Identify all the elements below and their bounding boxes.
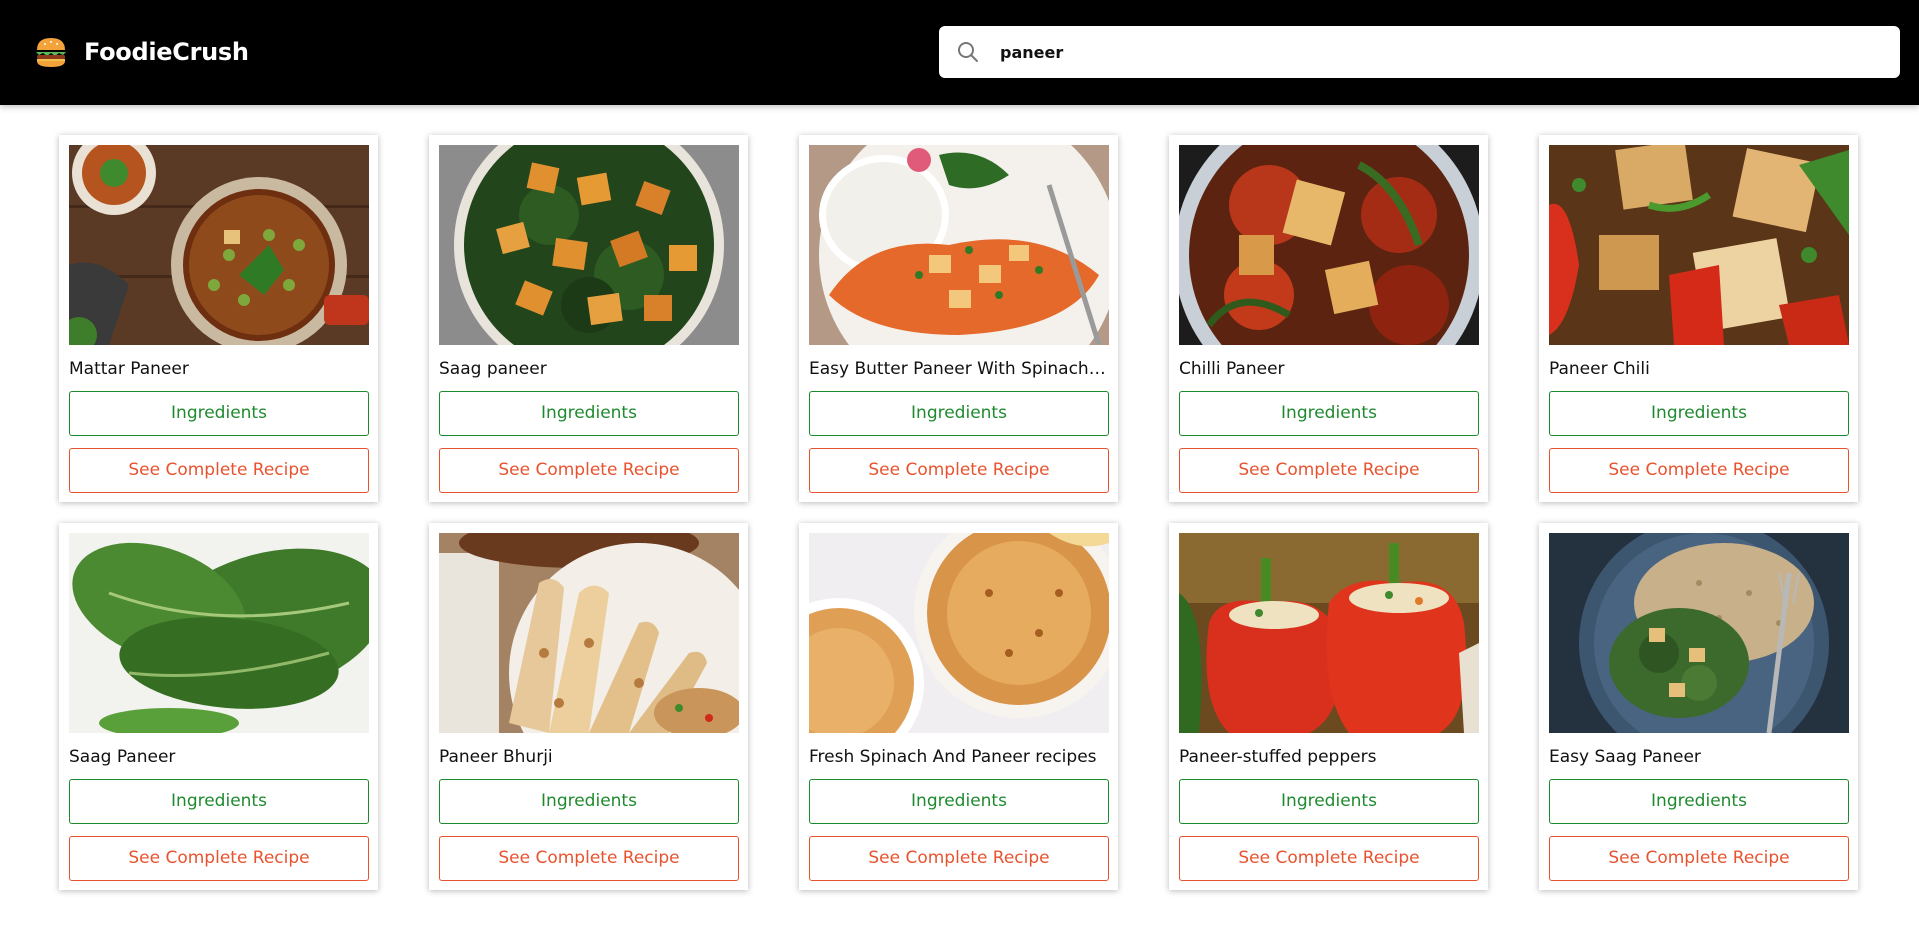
recipe-title: Easy Butter Paneer With Spinach R... [809, 359, 1109, 379]
ingredients-button[interactable]: Ingredients [1549, 391, 1849, 436]
recipe-image[interactable] [1549, 145, 1849, 345]
ingredients-button[interactable]: Ingredients [439, 779, 739, 824]
recipe-title: Paneer Chili [1549, 359, 1650, 379]
recipe-title: Fresh Spinach And Paneer recipes [809, 747, 1097, 767]
recipe-card: Chilli Paneer Ingredients See Complete R… [1169, 135, 1488, 502]
recipe-title: Paneer Bhurji [439, 747, 553, 767]
recipe-card: Paneer-stuffed peppers Ingredients See C… [1169, 523, 1488, 890]
ingredients-button[interactable]: Ingredients [439, 391, 739, 436]
recipe-grid: Mattar Paneer Ingredients See Complete R… [59, 135, 1858, 890]
see-complete-recipe-button[interactable]: See Complete Recipe [809, 448, 1109, 493]
recipe-image[interactable] [809, 533, 1109, 733]
search-box[interactable] [939, 26, 1900, 78]
top-bar: FoodieCrush [0, 0, 1919, 105]
recipe-card: Paneer Chili Ingredients See Complete Re… [1539, 135, 1858, 502]
burger-icon [33, 34, 69, 70]
see-complete-recipe-button[interactable]: See Complete Recipe [69, 448, 369, 493]
recipe-title: Chilli Paneer [1179, 359, 1285, 379]
recipe-title: Saag paneer [439, 359, 547, 379]
recipe-card: Saag paneer Ingredients See Complete Rec… [429, 135, 748, 502]
recipe-card: Mattar Paneer Ingredients See Complete R… [59, 135, 378, 502]
recipe-image[interactable] [1179, 533, 1479, 733]
ingredients-button[interactable]: Ingredients [1179, 779, 1479, 824]
search-input[interactable] [998, 41, 1862, 63]
recipe-image[interactable] [1179, 145, 1479, 345]
see-complete-recipe-button[interactable]: See Complete Recipe [1549, 448, 1849, 493]
recipe-card: Easy Butter Paneer With Spinach R... Ing… [799, 135, 1118, 502]
recipe-title: Paneer-stuffed peppers [1179, 747, 1377, 767]
recipe-image[interactable] [439, 533, 739, 733]
see-complete-recipe-button[interactable]: See Complete Recipe [1179, 836, 1479, 881]
recipe-image[interactable] [1549, 533, 1849, 733]
recipe-title: Mattar Paneer [69, 359, 189, 379]
see-complete-recipe-button[interactable]: See Complete Recipe [809, 836, 1109, 881]
recipe-card: Paneer Bhurji Ingredients See Complete R… [429, 523, 748, 890]
recipe-title: Saag Paneer [69, 747, 176, 767]
recipe-image[interactable] [809, 145, 1109, 345]
recipe-image[interactable] [439, 145, 739, 345]
see-complete-recipe-button[interactable]: See Complete Recipe [1549, 836, 1849, 881]
ingredients-button[interactable]: Ingredients [809, 391, 1109, 436]
recipe-title: Easy Saag Paneer [1549, 747, 1701, 767]
ingredients-button[interactable]: Ingredients [69, 391, 369, 436]
ingredients-button[interactable]: Ingredients [69, 779, 369, 824]
ingredients-button[interactable]: Ingredients [809, 779, 1109, 824]
brand-name: FoodieCrush [84, 38, 249, 66]
recipe-card: Easy Saag Paneer Ingredients See Complet… [1539, 523, 1858, 890]
see-complete-recipe-button[interactable]: See Complete Recipe [69, 836, 369, 881]
recipe-image[interactable] [69, 533, 369, 733]
ingredients-button[interactable]: Ingredients [1549, 779, 1849, 824]
recipe-card: Saag Paneer Ingredients See Complete Rec… [59, 523, 378, 890]
search-icon [956, 40, 980, 64]
see-complete-recipe-button[interactable]: See Complete Recipe [439, 836, 739, 881]
see-complete-recipe-button[interactable]: See Complete Recipe [1179, 448, 1479, 493]
recipe-image[interactable] [69, 145, 369, 345]
see-complete-recipe-button[interactable]: See Complete Recipe [439, 448, 739, 493]
recipe-card: Fresh Spinach And Paneer recipes Ingredi… [799, 523, 1118, 890]
ingredients-button[interactable]: Ingredients [1179, 391, 1479, 436]
brand[interactable]: FoodieCrush [33, 34, 249, 70]
